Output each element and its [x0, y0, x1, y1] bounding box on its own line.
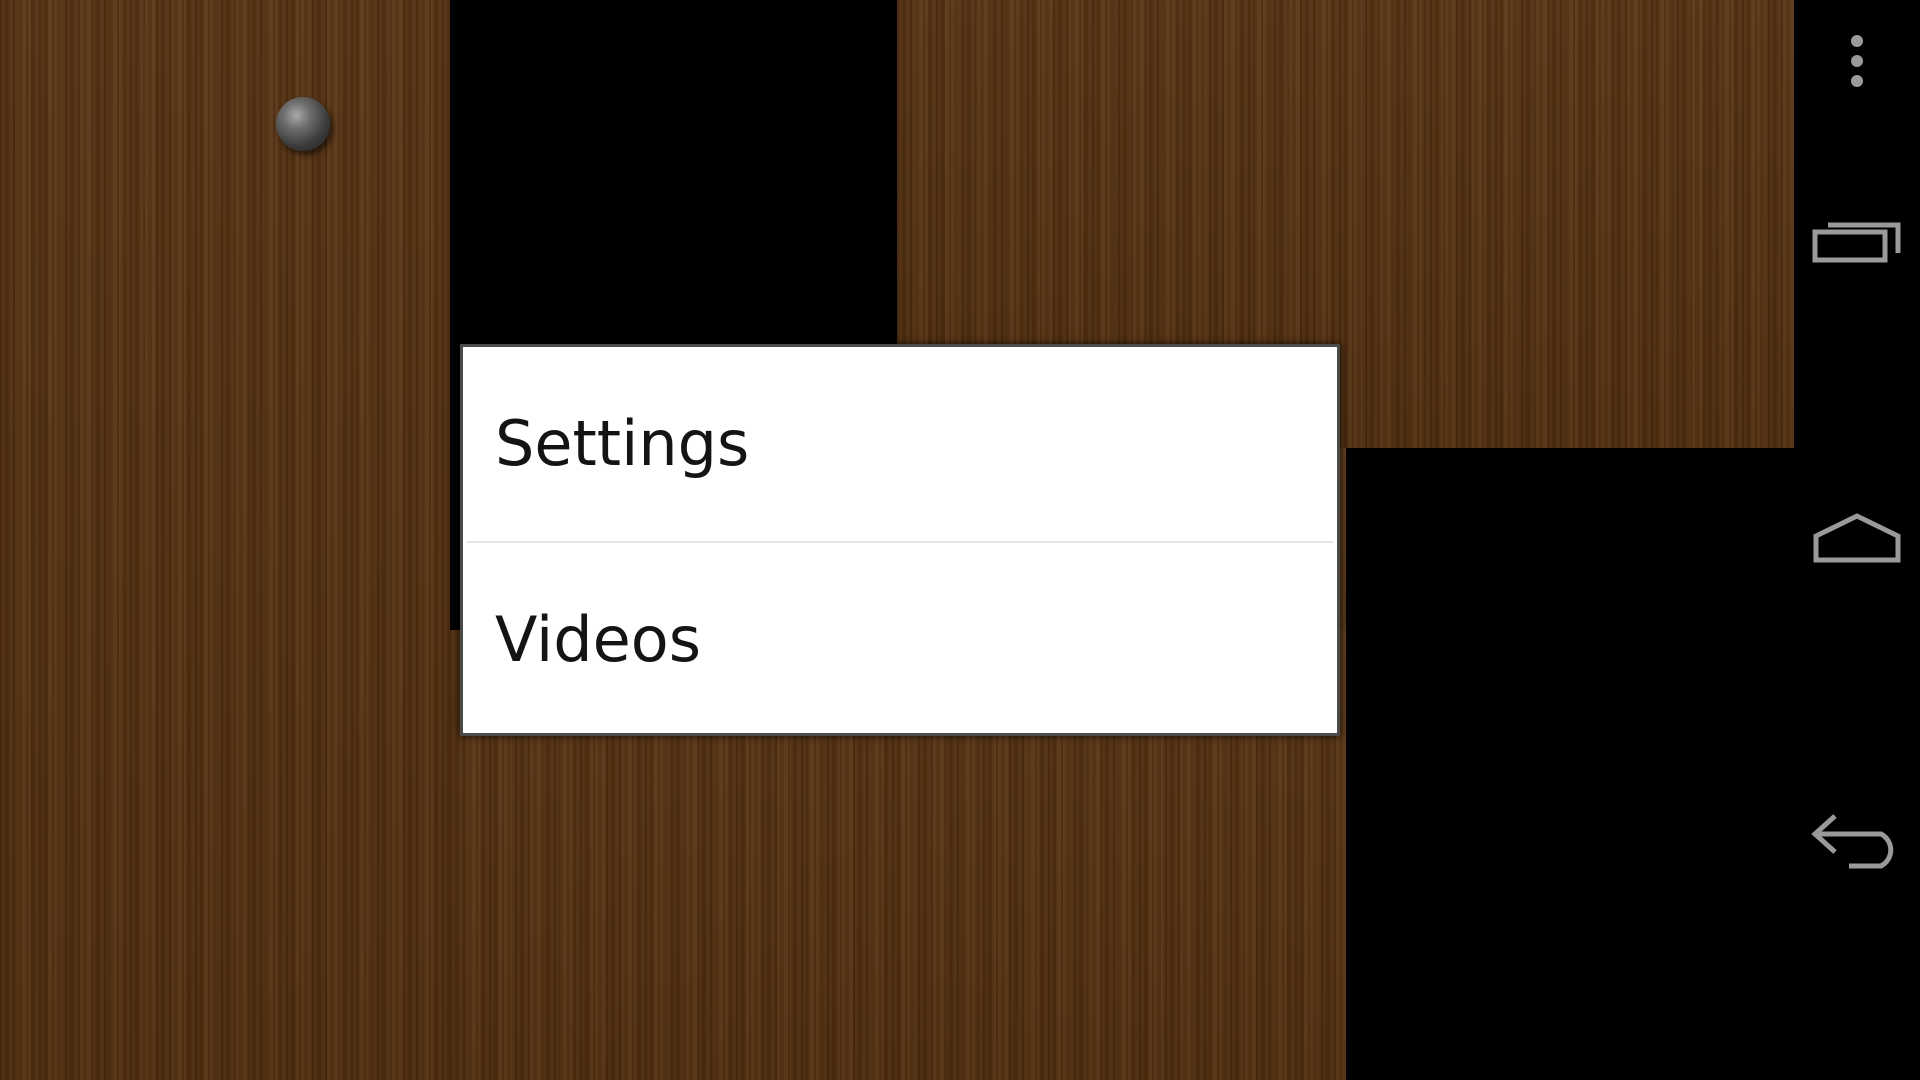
menu-item-videos-label: Videos — [495, 603, 702, 676]
system-navigation-bar — [1794, 0, 1920, 1080]
recent-apps-button[interactable] — [1794, 200, 1920, 280]
home-button[interactable] — [1794, 498, 1920, 578]
back-button[interactable] — [1794, 800, 1920, 880]
wood-floor-left — [0, 0, 450, 1080]
ball — [276, 97, 330, 151]
back-icon — [1811, 814, 1894, 869]
overflow-menu-icon — [1851, 35, 1863, 87]
menu-item-videos[interactable]: Videos — [463, 543, 1337, 736]
options-menu-dialog: Settings Videos — [460, 344, 1340, 736]
hole-right — [1346, 448, 1794, 1080]
recent-apps-icon — [1812, 222, 1901, 263]
overflow-menu-button[interactable] — [1794, 20, 1920, 102]
menu-item-settings[interactable]: Settings — [463, 347, 1337, 540]
menu-item-settings-label: Settings — [495, 407, 750, 480]
home-icon — [1813, 513, 1901, 563]
